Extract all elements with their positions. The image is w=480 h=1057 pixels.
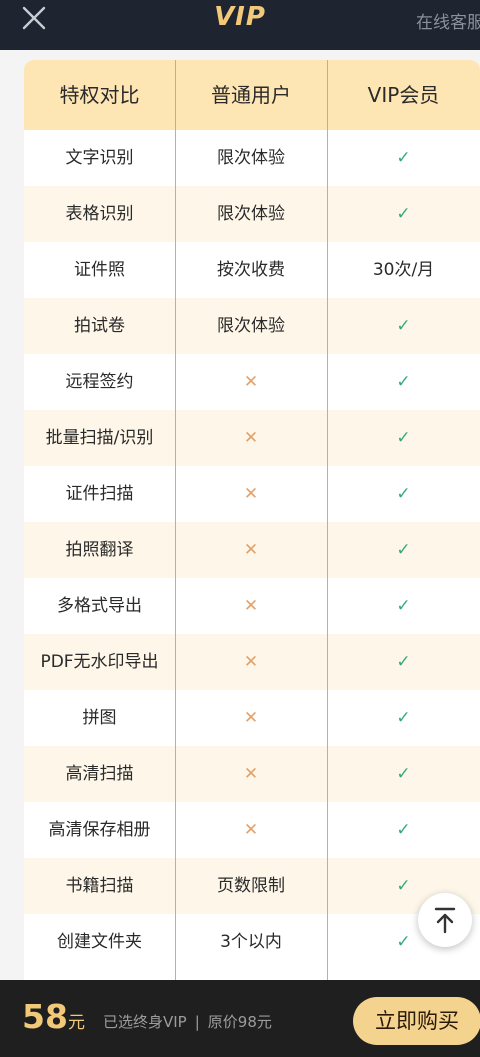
arrow-up-to-line-icon (434, 907, 456, 934)
check-icon: ✓ (396, 316, 411, 336)
price-unit: 元 (67, 1013, 85, 1033)
cross-icon: ✕ (243, 820, 259, 840)
cross-icon: ✕ (243, 540, 259, 560)
normal-user-value: 3个以内 (220, 932, 282, 952)
feature-name: 文字识别 (65, 148, 134, 168)
original-price: 原价98元 (207, 1013, 272, 1031)
buy-now-button[interactable]: 立即购买 (353, 997, 480, 1045)
plan-description: 已选终身VIP | 原价98元 (103, 1011, 272, 1032)
check-icon: ✓ (396, 820, 411, 840)
main-content: 特权对比 普通用户 VIP会员 文字识别 限次体验 ✓ 表格识别 限次体验 ✓ 证件照 按次收… (0, 50, 480, 990)
normal-user-value: 限次体验 (217, 204, 285, 224)
table-header: 特权对比 普通用户 VIP会员 (24, 60, 480, 130)
feature-name: PDF无水印导出 (40, 652, 159, 672)
table-row: 证件扫描 ✕ ✓ (24, 466, 480, 522)
feature-name: 多格式导出 (57, 596, 142, 616)
cross-icon: ✕ (243, 652, 259, 672)
table-row: 创建文件夹 3个以内 ✓ (24, 914, 480, 970)
separator: | (194, 1013, 200, 1031)
check-icon: ✓ (396, 652, 411, 672)
price-amount: 58 (22, 997, 68, 1036)
normal-user-value: 限次体验 (217, 316, 285, 336)
table-row: 证件照 按次收费 30次/月 (24, 242, 480, 298)
selected-plan: 已选终身VIP (103, 1013, 187, 1031)
table-row: 拼图 ✕ ✓ (24, 690, 480, 746)
check-icon: ✓ (396, 148, 411, 168)
check-icon: ✓ (396, 764, 411, 784)
column-divider (327, 60, 328, 990)
column-divider (175, 60, 176, 990)
check-icon: ✓ (396, 484, 411, 504)
privilege-comparison-table: 特权对比 普通用户 VIP会员 文字识别 限次体验 ✓ 表格识别 限次体验 ✓ 证件照 按次收… (24, 60, 480, 990)
table-row: 拍试卷 限次体验 ✓ (24, 298, 480, 354)
header-normal-user: 普通用户 (211, 83, 291, 107)
check-icon: ✓ (396, 204, 411, 224)
table-row: 批量扫描/识别 ✕ ✓ (24, 410, 480, 466)
feature-name: 远程签约 (65, 372, 134, 392)
feature-name: 拼图 (82, 708, 117, 728)
vip-value: 30次/月 (372, 260, 435, 280)
header-vip-member: VIP会员 (367, 83, 440, 107)
cross-icon: ✕ (243, 708, 259, 728)
cross-icon: ✕ (243, 428, 259, 448)
feature-name: 批量扫描/识别 (45, 428, 154, 448)
normal-user-value: 按次收费 (217, 260, 285, 280)
cross-icon: ✕ (243, 372, 259, 392)
feature-name: 证件扫描 (65, 484, 134, 504)
cross-icon: ✕ (243, 596, 259, 616)
table-row: 多格式导出 ✕ ✓ (24, 578, 480, 634)
cross-icon: ✕ (243, 484, 259, 504)
purchase-bar: 58元 已选终身VIP | 原价98元 立即购买 (0, 980, 480, 1057)
feature-name: 书籍扫描 (65, 876, 134, 896)
cross-icon: ✕ (243, 764, 259, 784)
feature-name: 拍照翻译 (65, 540, 134, 560)
price: 58元 (22, 997, 85, 1036)
feature-name: 高清扫描 (65, 764, 134, 784)
page-title: VIP (214, 2, 266, 32)
check-icon: ✓ (396, 372, 411, 392)
normal-user-value: 页数限制 (217, 876, 285, 896)
feature-name: 表格识别 (65, 204, 134, 224)
table-row: 高清扫描 ✕ ✓ (24, 746, 480, 802)
check-icon: ✓ (396, 540, 411, 560)
table-row: 远程签约 ✕ ✓ (24, 354, 480, 410)
table-row: 文字识别 限次体验 ✓ (24, 130, 480, 186)
back-to-top-button[interactable] (418, 893, 472, 947)
table-row: 拍照翻译 ✕ ✓ (24, 522, 480, 578)
header-privilege: 特权对比 (59, 83, 140, 107)
table-row: 书籍扫描 页数限制 ✓ (24, 858, 480, 914)
feature-name: 证件照 (74, 260, 125, 280)
top-bar: VIP 在线客服 (0, 0, 480, 50)
normal-user-value: 限次体验 (217, 148, 285, 168)
table-row: 表格识别 限次体验 ✓ (24, 186, 480, 242)
feature-name: 创建文件夹 (57, 932, 142, 952)
feature-name: 高清保存相册 (48, 820, 151, 840)
table-row: 高清保存相册 ✕ ✓ (24, 802, 480, 858)
check-icon: ✓ (396, 708, 411, 728)
check-icon: ✓ (396, 428, 411, 448)
table-row: PDF无水印导出 ✕ ✓ (24, 634, 480, 690)
feature-name: 拍试卷 (74, 316, 125, 336)
check-icon: ✓ (396, 596, 411, 616)
online-service-link[interactable]: 在线客服 (416, 8, 480, 33)
